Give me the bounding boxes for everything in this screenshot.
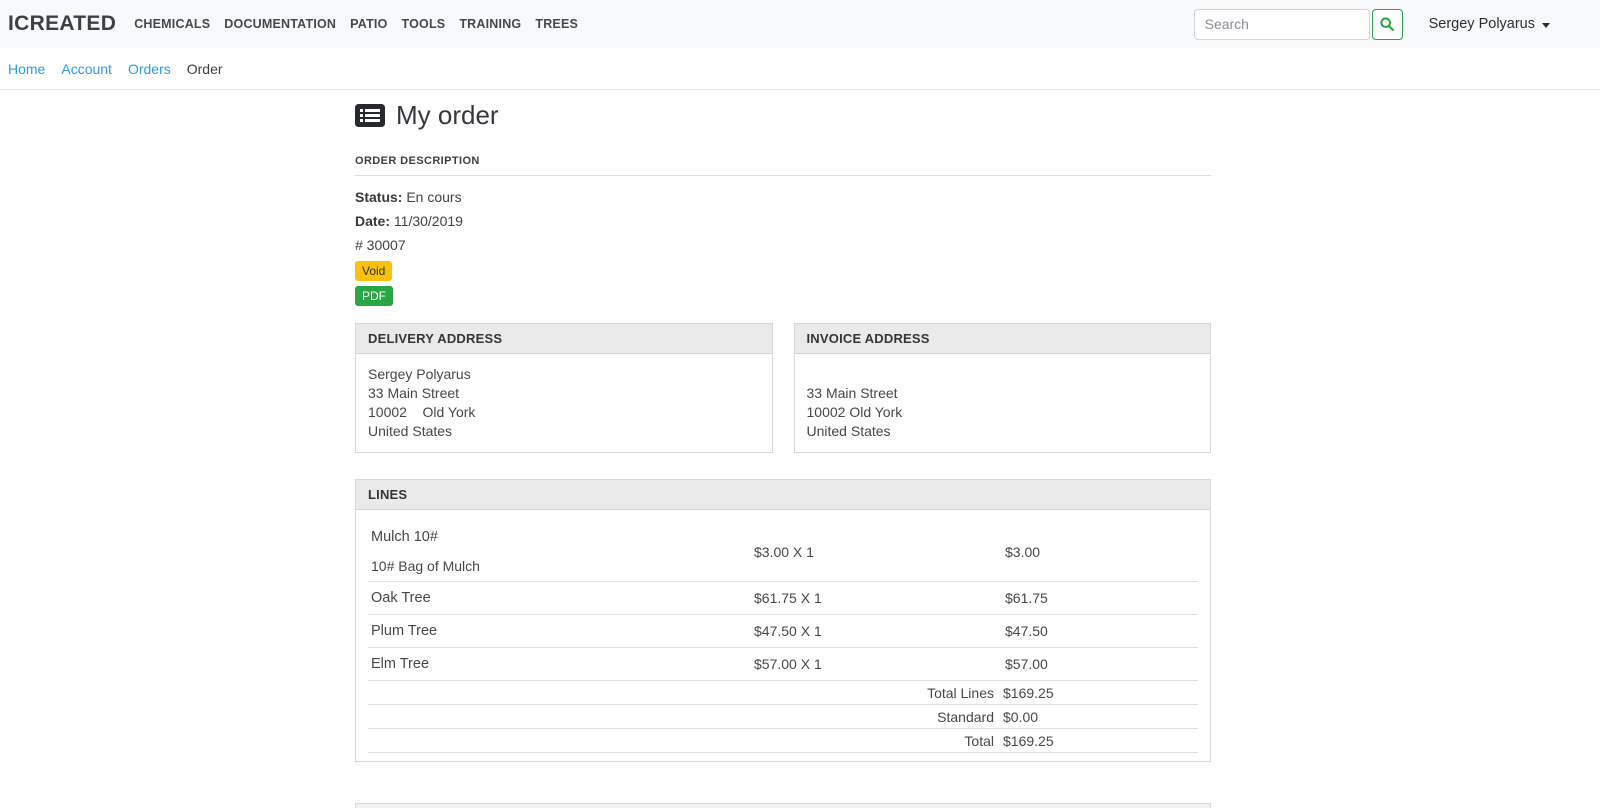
- date-value: 11/30/2019: [394, 213, 463, 229]
- line-price-qty: $61.75 X 1: [754, 590, 1005, 606]
- line-product-name: Elm Tree: [368, 656, 754, 672]
- invoice-address-card: INVOICE ADDRESS 33 Main Street 10002 Old…: [794, 323, 1212, 453]
- invoice-address-body: 33 Main Street 10002 Old York United Sta…: [795, 354, 1211, 452]
- table-row: Mulch 10# 10# Bag of Mulch $3.00 X 1 $3.…: [368, 520, 1198, 582]
- breadcrumb-orders[interactable]: Orders: [128, 61, 171, 77]
- standard-row: Standard $0.00: [368, 705, 1198, 729]
- main-nav: CHEMICALS DOCUMENTATION PATIO TOOLS TRAI…: [134, 17, 1193, 31]
- invoice-address-header: INVOICE ADDRESS: [795, 324, 1211, 354]
- line-product-name: Oak Tree: [368, 590, 754, 606]
- brand-logo[interactable]: ICREATED: [8, 12, 116, 36]
- status-value: En cours: [406, 189, 461, 205]
- next-panel-header: [355, 803, 1211, 808]
- line-product-name: Mulch 10#: [371, 529, 754, 545]
- nav-item-trees[interactable]: TREES: [535, 17, 578, 31]
- order-number-line: # 30007: [355, 237, 1211, 253]
- pdf-button[interactable]: PDF: [355, 286, 393, 306]
- invoice-address-line: 33 Main Street: [807, 384, 1199, 403]
- search-input[interactable]: [1194, 9, 1370, 40]
- lines-header: LINES: [356, 480, 1210, 510]
- lines-table: Mulch 10# 10# Bag of Mulch $3.00 X 1 $3.…: [356, 510, 1210, 761]
- navbar-right: Sergey Polyarus: [1194, 9, 1550, 40]
- line-total: $47.50: [1005, 623, 1198, 639]
- user-name: Sergey Polyarus: [1429, 16, 1535, 32]
- line-price-qty: $47.50 X 1: [754, 623, 1005, 639]
- breadcrumb-account[interactable]: Account: [61, 61, 112, 77]
- nav-item-chemicals[interactable]: CHEMICALS: [134, 17, 210, 31]
- page-title-row: My order: [355, 100, 1211, 131]
- delivery-address-line: United States: [368, 422, 760, 441]
- grand-total-amount: $169.25: [1003, 733, 1198, 749]
- status-label: Status:: [355, 189, 402, 205]
- page-title: My order: [396, 100, 499, 131]
- void-button[interactable]: Void: [355, 261, 392, 281]
- invoice-address-line: [807, 365, 1199, 384]
- top-navbar: ICREATED CHEMICALS DOCUMENTATION PATIO T…: [0, 0, 1600, 48]
- breadcrumb: Home Account Orders Order: [0, 48, 1600, 90]
- order-status-line: Status: En cours: [355, 189, 1211, 205]
- delivery-address-card: DELIVERY ADDRESS Sergey Polyarus 33 Main…: [355, 323, 773, 453]
- date-label: Date:: [355, 213, 390, 229]
- chevron-down-icon: [1542, 23, 1550, 28]
- table-row: Elm Tree $57.00 X 1 $57.00: [368, 648, 1198, 681]
- order-list-icon: [355, 104, 385, 127]
- nav-item-tools[interactable]: TOOLS: [402, 17, 446, 31]
- delivery-address-line: 10002 Old York: [368, 403, 760, 422]
- delivery-address-line: Sergey Polyarus: [368, 365, 760, 384]
- search-button[interactable]: [1372, 9, 1403, 40]
- line-price-qty: $57.00 X 1: [754, 656, 1005, 672]
- line-product-cell: Mulch 10# 10# Bag of Mulch: [368, 529, 754, 574]
- total-lines-row: Total Lines $169.25: [368, 681, 1198, 705]
- table-row: Oak Tree $61.75 X 1 $61.75: [368, 582, 1198, 615]
- line-total: $57.00: [1005, 656, 1198, 672]
- invoice-address-line: United States: [807, 422, 1199, 441]
- nav-item-patio[interactable]: PATIO: [350, 17, 387, 31]
- user-dropdown[interactable]: Sergey Polyarus: [1429, 16, 1550, 32]
- breadcrumb-order: Order: [187, 61, 223, 77]
- line-price-qty: $3.00 X 1: [754, 544, 1005, 560]
- line-product-description: 10# Bag of Mulch: [371, 558, 754, 574]
- grand-total-label: Total: [368, 733, 1003, 749]
- standard-label: Standard: [368, 709, 1003, 725]
- total-lines-amount: $169.25: [1003, 685, 1198, 701]
- line-total: $61.75: [1005, 590, 1198, 606]
- lines-card: LINES Mulch 10# 10# Bag of Mulch $3.00 X…: [355, 479, 1211, 762]
- order-description-heading: ORDER DESCRIPTION: [355, 155, 1211, 176]
- nav-item-documentation[interactable]: DOCUMENTATION: [224, 17, 336, 31]
- main-content: My order ORDER DESCRIPTION Status: En co…: [355, 100, 1211, 808]
- delivery-address-line: 33 Main Street: [368, 384, 760, 403]
- line-total: $3.00: [1005, 544, 1198, 560]
- nav-item-training[interactable]: TRAINING: [459, 17, 521, 31]
- line-product-name: Plum Tree: [368, 623, 754, 639]
- breadcrumb-home[interactable]: Home: [8, 61, 45, 77]
- order-info: Status: En cours Date: 11/30/2019 # 3000…: [355, 189, 1211, 253]
- standard-amount: $0.00: [1003, 709, 1198, 725]
- order-number: # 30007: [355, 237, 406, 253]
- grand-total-row: Total $169.25: [368, 729, 1198, 753]
- order-date-line: Date: 11/30/2019: [355, 213, 1211, 229]
- delivery-address-header: DELIVERY ADDRESS: [356, 324, 772, 354]
- addresses-row: DELIVERY ADDRESS Sergey Polyarus 33 Main…: [355, 323, 1211, 453]
- search-group: [1194, 9, 1403, 40]
- total-lines-label: Total Lines: [368, 685, 1003, 701]
- search-icon: [1379, 16, 1395, 32]
- table-row: Plum Tree $47.50 X 1 $47.50: [368, 615, 1198, 648]
- delivery-address-body: Sergey Polyarus 33 Main Street 10002 Old…: [356, 354, 772, 452]
- invoice-address-line: 10002 Old York: [807, 403, 1199, 422]
